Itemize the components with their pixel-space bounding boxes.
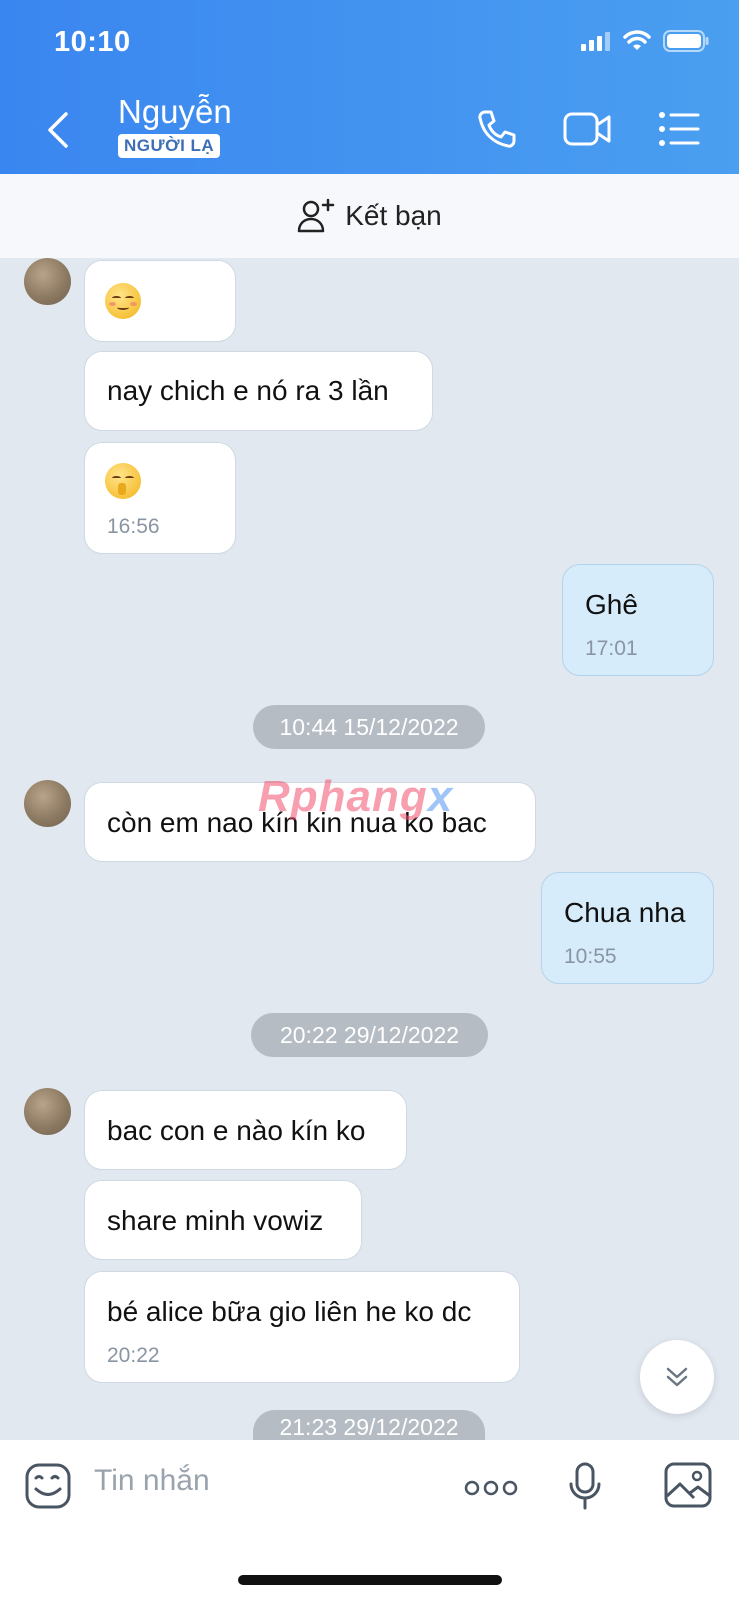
message-time: 17:01: [585, 637, 638, 660]
shushing-face-icon: [105, 463, 141, 499]
message-text: bac con e nào kín ko: [107, 1115, 366, 1146]
video-icon[interactable]: [563, 108, 613, 150]
date-separator: 20:22 29/12/2022: [251, 1013, 488, 1057]
date-separator: 21:23 29/12/2022: [253, 1410, 485, 1440]
message-time: 10:55: [564, 945, 617, 968]
message-bubble-outgoing[interactable]: Chua nha 10:55: [541, 872, 714, 984]
sticker-icon[interactable]: [24, 1462, 72, 1510]
message-bubble[interactable]: bé alice bữa gio liên he ko dc 20:22: [84, 1271, 520, 1383]
message-bubble-sticker[interactable]: 16:56: [84, 442, 236, 554]
wifi-icon: [623, 30, 651, 50]
add-friend-label: Kết bạn: [345, 200, 442, 231]
chat-header: 10:10 Nguyễn NGƯỜI LẠ: [0, 0, 739, 174]
message-bubble-outgoing[interactable]: Ghê 17:01: [562, 564, 714, 676]
back-icon[interactable]: [38, 108, 78, 152]
message-time: 16:56: [107, 515, 160, 538]
status-icons: [581, 30, 709, 52]
image-icon[interactable]: [664, 1462, 712, 1508]
message-bubble[interactable]: share minh vowiz: [84, 1180, 362, 1260]
menu-icon[interactable]: [658, 110, 700, 148]
message-bubble[interactable]: còn em nao kín kin nua ko bac: [84, 782, 536, 862]
chevron-double-down-icon: [666, 1367, 688, 1387]
message-time: 20:22: [107, 1344, 160, 1367]
message-text: còn em nao kín kin nua ko bac: [107, 807, 487, 838]
message-bubble[interactable]: nay chich e nó ra 3 lần: [84, 351, 433, 431]
avatar[interactable]: [24, 780, 71, 827]
smiling-face-icon: [105, 283, 141, 319]
contact-name: Nguyễn: [118, 93, 232, 130]
message-text: Chua nha: [564, 897, 686, 928]
message-bubble-sticker[interactable]: [84, 260, 236, 342]
add-friend-button[interactable]: Kết bạn: [0, 174, 739, 258]
phone-icon[interactable]: [476, 108, 518, 150]
mic-icon[interactable]: [568, 1462, 602, 1510]
message-text: bé alice bữa gio liên he ko dc: [107, 1296, 472, 1327]
signal-icon: [581, 32, 610, 51]
battery-icon: [663, 30, 709, 52]
message-text: Ghê: [585, 589, 638, 620]
scroll-to-bottom-button[interactable]: [640, 1340, 714, 1414]
avatar[interactable]: [24, 258, 71, 305]
message-input-bar: Tin nhắn: [0, 1440, 739, 1600]
add-user-icon: [297, 198, 335, 233]
status-time: 10:10: [54, 26, 131, 58]
message-bubble[interactable]: bac con e nào kín ko: [84, 1090, 407, 1170]
avatar[interactable]: [24, 1088, 71, 1135]
more-icon[interactable]: [464, 1480, 518, 1496]
contact-info[interactable]: Nguyễn NGƯỜI LẠ: [118, 92, 232, 158]
message-text: nay chich e nó ra 3 lần: [107, 375, 389, 406]
message-text: share minh vowiz: [107, 1205, 324, 1236]
date-separator: 10:44 15/12/2022: [253, 705, 485, 749]
home-indicator: [238, 1575, 502, 1585]
message-input[interactable]: Tin nhắn: [94, 1464, 210, 1498]
stranger-badge: NGƯỜI LẠ: [118, 134, 221, 158]
